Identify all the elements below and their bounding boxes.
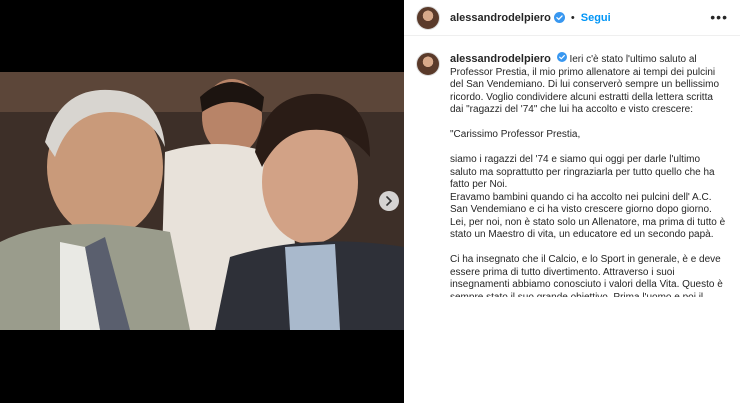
post-media	[0, 0, 404, 403]
caption-paragraph: Eravamo bambini quando ci ha accolto nei…	[450, 191, 726, 241]
avatar[interactable]	[416, 52, 440, 76]
avatar[interactable]	[416, 5, 440, 30]
post-header: alessandrodelpiero • Segui •••	[404, 0, 740, 36]
caption-greeting: "Carissimo Professor Prestia,	[450, 129, 581, 140]
verified-badge-icon	[556, 52, 567, 62]
caption-username[interactable]: alessandrodelpiero	[450, 53, 551, 65]
more-options-icon[interactable]: •••	[710, 10, 728, 24]
caption-paragraph: siamo i ragazzi del '74 e siamo qui oggi…	[450, 154, 715, 190]
post-sidebar: alessandrodelpiero • Segui ••• alessandr…	[404, 0, 740, 403]
carousel-next-button[interactable]	[379, 191, 399, 211]
post-photo	[0, 72, 404, 330]
caption-text: alessandrodelpiero Ieri c'è stato l'ulti…	[450, 52, 728, 297]
caption-paragraph: Ci ha insegnato che il Calcio, e lo Spor…	[450, 254, 723, 297]
header-separator: •	[570, 11, 575, 24]
verified-badge-icon	[553, 12, 565, 23]
caption-comment: alessandrodelpiero Ieri c'è stato l'ulti…	[416, 52, 728, 297]
photo-illustration	[0, 72, 404, 330]
header-username[interactable]: alessandrodelpiero	[450, 12, 551, 24]
follow-button[interactable]: Segui	[581, 12, 611, 24]
chevron-right-icon	[386, 196, 393, 206]
